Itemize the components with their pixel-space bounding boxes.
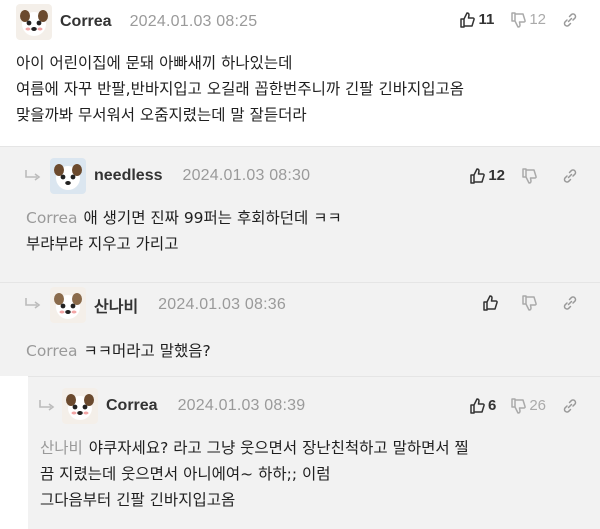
timestamp: 2024.01.03 08:39 bbox=[177, 397, 306, 414]
comment-line: 산나비 야쿠자세요? 라고 그냥 웃으면서 장난친척하고 말하면서 찔 bbox=[40, 435, 469, 461]
avatar[interactable] bbox=[50, 158, 86, 194]
downvote-button[interactable]: 12 bbox=[510, 11, 546, 28]
comment-line: 아이 어린이집에 문돼 아빠새끼 하나있는데 bbox=[16, 54, 293, 72]
nickname[interactable]: 산나비 bbox=[94, 293, 138, 317]
comment-line-text: 애 생기면 진짜 99퍼는 후회하던데 ㅋㅋ bbox=[83, 209, 342, 227]
thumbs-down-icon bbox=[522, 295, 537, 311]
nickname[interactable]: Correa bbox=[106, 397, 158, 415]
reply-reference[interactable]: Correa bbox=[26, 342, 77, 360]
thumbs-up-icon bbox=[470, 167, 486, 184]
comment-actions: 12 bbox=[469, 167, 578, 184]
comment-body: 산나비 야쿠자세요? 라고 그냥 웃으면서 장난친척하고 말하면서 찔끔 지렸는데… bbox=[40, 435, 469, 513]
thumbs-down-icon bbox=[511, 397, 527, 414]
downvote-button[interactable] bbox=[521, 167, 540, 184]
nickname[interactable]: Correa bbox=[60, 13, 112, 31]
link-icon[interactable] bbox=[562, 398, 578, 414]
comment-line: Correa ㅋㅋ머라고 말했음? bbox=[26, 338, 211, 364]
comment-line-text: ㅋㅋ머라고 말했음? bbox=[83, 342, 211, 360]
comment-body: Correa ㅋㅋ머라고 말했음? bbox=[26, 338, 211, 364]
thumbs-up-icon bbox=[460, 11, 476, 28]
link-icon[interactable] bbox=[562, 295, 578, 311]
upvote-button[interactable] bbox=[482, 295, 501, 311]
comment-4: Correa 2024.01.03 08:39 6 26 산나비 야쿠자세요? 라… bbox=[28, 377, 600, 529]
reply-reference[interactable]: 산나비 bbox=[40, 439, 83, 457]
upvote-count: 11 bbox=[478, 11, 495, 28]
comment-line: 부랴부랴 지우고 가리고 bbox=[26, 235, 179, 253]
comment-line: 여름에 자꾸 반팔,반바지입고 오길래 꼽한번주니까 긴팔 긴바지입고옴 bbox=[16, 80, 465, 98]
downvote-button[interactable] bbox=[521, 295, 540, 311]
comment-2: needless 2024.01.03 08:30 12 Correa 애 생기면… bbox=[0, 147, 600, 282]
link-icon[interactable] bbox=[562, 12, 578, 28]
reply-arrow-icon bbox=[25, 170, 41, 181]
avatar[interactable] bbox=[50, 287, 86, 323]
comment-1: Correa 2024.01.03 08:25 11 12 아이 어린이집에 문… bbox=[0, 0, 600, 146]
comment-line: 맞을까봐 무서워서 오줌지렸는데 말 잘듣더라 bbox=[16, 106, 307, 124]
comment-header: 산나비 2024.01.03 08:36 bbox=[50, 287, 286, 323]
downvote-button[interactable]: 26 bbox=[510, 397, 546, 414]
comment-body: Correa 애 생기면 진짜 99퍼는 후회하던데 ㅋㅋ 부랴부랴 지우고 가리고 bbox=[26, 205, 342, 257]
nickname[interactable]: needless bbox=[94, 167, 162, 185]
thumbs-up-icon bbox=[483, 295, 498, 311]
comment-actions: 11 12 bbox=[459, 11, 578, 28]
reply-arrow-icon bbox=[39, 400, 55, 411]
timestamp: 2024.01.03 08:25 bbox=[129, 13, 258, 30]
comment-actions: 6 26 bbox=[469, 397, 578, 414]
thumbs-down-icon bbox=[522, 167, 537, 184]
thumbs-down-icon bbox=[511, 11, 527, 28]
avatar[interactable] bbox=[16, 4, 52, 40]
upvote-count: 12 bbox=[488, 167, 505, 184]
comment-actions bbox=[482, 295, 578, 311]
avatar[interactable] bbox=[62, 388, 98, 424]
comment-line: 끔 지렸는데 웃으면서 아니에여~ 하하;; 이럼 bbox=[40, 465, 331, 483]
comment-body: 아이 어린이집에 문돼 아빠새끼 하나있는데여름에 자꾸 반팔,반바지입고 오길… bbox=[16, 50, 464, 128]
link-icon[interactable] bbox=[562, 168, 578, 184]
comment-3: 산나비 2024.01.03 08:36 Correa ㅋㅋ머라고 말했음? bbox=[0, 283, 600, 376]
downvote-count: 12 bbox=[529, 11, 546, 28]
comment-line: 그다음부터 긴팔 긴바지입고옴 bbox=[40, 491, 236, 509]
thumbs-up-icon bbox=[470, 397, 485, 414]
timestamp: 2024.01.03 08:36 bbox=[158, 296, 286, 313]
reply-reference[interactable]: Correa bbox=[26, 209, 77, 227]
comment-header: Correa 2024.01.03 08:25 bbox=[16, 4, 257, 40]
downvote-count: 26 bbox=[529, 397, 546, 414]
comment-header: needless 2024.01.03 08:30 bbox=[50, 158, 310, 194]
upvote-button[interactable]: 12 bbox=[469, 167, 505, 184]
timestamp: 2024.01.03 08:30 bbox=[182, 167, 311, 184]
comment-header: Correa 2024.01.03 08:39 bbox=[62, 388, 305, 424]
comment-line: Correa 애 생기면 진짜 99퍼는 후회하던데 ㅋㅋ bbox=[26, 205, 342, 231]
reply-arrow-icon bbox=[25, 298, 41, 309]
upvote-button[interactable]: 6 bbox=[469, 397, 496, 414]
upvote-count: 6 bbox=[487, 397, 497, 414]
comment-line-text: 야쿠자세요? 라고 그냥 웃으면서 장난친척하고 말하면서 찔 bbox=[88, 439, 469, 457]
upvote-button[interactable]: 11 bbox=[459, 11, 494, 28]
